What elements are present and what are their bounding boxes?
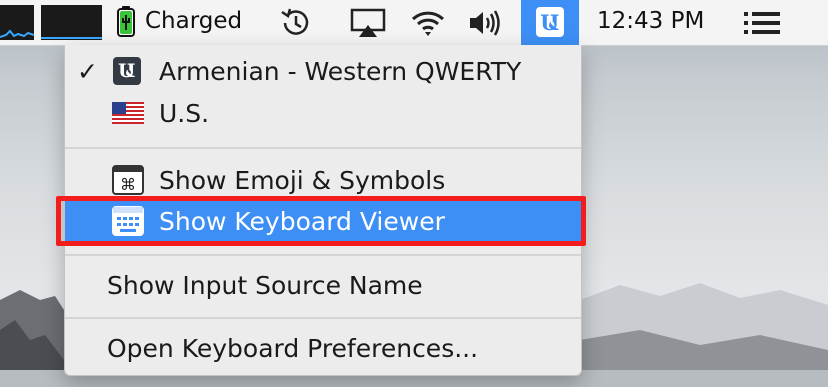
battery-icon[interactable] [117, 6, 135, 37]
emoji-symbols-icon: ⌘ [112, 165, 144, 195]
airplay-icon[interactable] [350, 8, 386, 38]
menu-separator [65, 317, 581, 319]
menu-item-armenian[interactable]: ✓ Ա Armenian - Western QWERTY [65, 51, 581, 91]
battery-status-label: Charged [145, 8, 243, 34]
menu-item-show-input-source-name[interactable]: Show Input Source Name [65, 265, 581, 305]
menu-item-us[interactable]: U.S. [65, 93, 581, 133]
menu-list-icon[interactable] [744, 11, 780, 35]
clock[interactable]: 12:43 PM [597, 8, 704, 34]
menu-item-label: Show Emoji & Symbols [159, 165, 446, 195]
menu-item-emoji-symbols[interactable]: ⌘ Show Emoji & Symbols [65, 160, 581, 200]
menu-bar: Charged Ա 12:43 PM [0, 0, 828, 46]
annotation-highlight-box [56, 196, 586, 246]
input-source-icon: Ա [536, 7, 564, 37]
armenian-keyboard-icon: Ա [113, 57, 141, 85]
menu-item-open-keyboard-preferences[interactable]: Open Keyboard Preferences... [65, 328, 581, 368]
checkmark-icon: ✓ [77, 56, 98, 86]
wifi-icon[interactable] [410, 8, 446, 38]
menu-item-label: Armenian - Western QWERTY [159, 56, 522, 86]
us-flag-icon [112, 102, 144, 124]
menu-item-label: Show Input Source Name [107, 270, 423, 300]
svg-text:⌘: ⌘ [120, 175, 136, 194]
time-machine-icon[interactable] [279, 6, 313, 40]
menu-item-label: U.S. [159, 98, 210, 128]
menu-separator [65, 254, 581, 256]
activity-graph-icon[interactable] [0, 5, 35, 40]
volume-icon[interactable] [468, 9, 504, 37]
cpu-graph-icon[interactable] [41, 5, 102, 40]
menu-separator [65, 147, 581, 149]
menu-item-label: Open Keyboard Preferences... [107, 333, 479, 363]
input-source-menu-button[interactable]: Ա [521, 0, 579, 45]
